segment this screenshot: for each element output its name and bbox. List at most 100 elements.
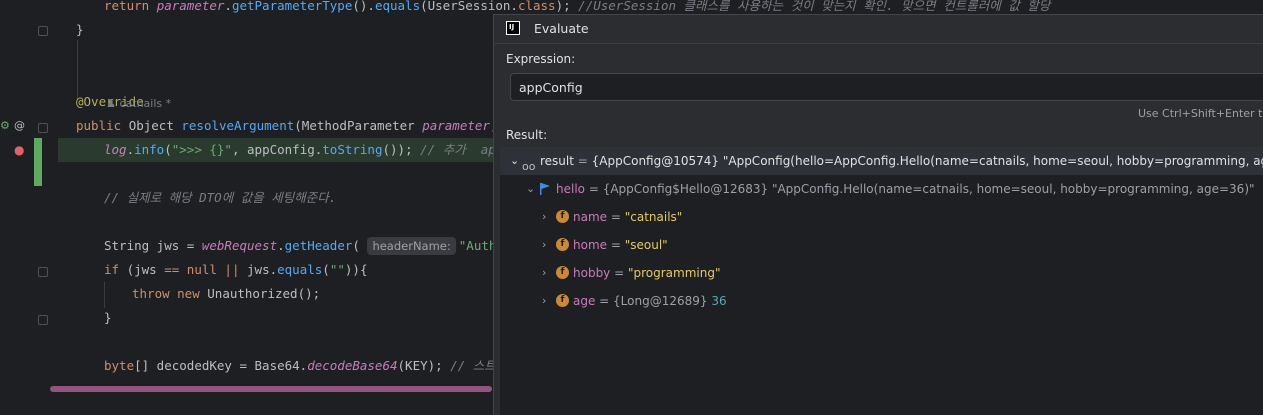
fold-icon[interactable] <box>38 267 48 277</box>
shortcut-hint: Use Ctrl+Shift+Enter to a <box>1138 107 1263 120</box>
horizontal-scrollbar[interactable] <box>50 386 492 392</box>
breakpoint-icon[interactable]: ● <box>14 143 24 157</box>
code-line[interactable]: throw new Unauthorized(); <box>132 282 320 306</box>
tree-row-result[interactable]: ⌄ oo result = {AppConfig@10574} "AppConf… <box>500 147 1263 175</box>
var-type: {AppConfig$Hello@12683} <box>602 182 769 196</box>
code-token: // 실제로 해당 DTO에 값을 세팅해준다. <box>104 190 337 205</box>
code-token: ( <box>164 142 172 157</box>
code-token: ( <box>352 238 368 253</box>
code-token: (). <box>352 0 375 13</box>
code-token: { <box>359 262 368 277</box>
code-token: getHeader <box>284 238 353 253</box>
field-icon: f <box>556 210 569 223</box>
tree-row-name[interactable]: › f name = "catnails" <box>500 203 1263 231</box>
var-name: hobby <box>573 266 611 280</box>
var-name: home <box>573 238 608 252</box>
code-token: ( <box>322 262 330 277</box>
code-token: . <box>126 142 135 157</box>
code-token: equals <box>374 0 421 13</box>
dialog-title-bar[interactable]: IJ Evaluate <box>494 15 1263 44</box>
fold-icon[interactable] <box>38 123 48 133</box>
code-token: throw new <box>132 286 208 301</box>
code-token: byte <box>104 358 135 373</box>
code-token: [] decodedKey = Base64. <box>134 358 308 373</box>
chevron-right-icon[interactable]: › <box>542 259 546 287</box>
var-type: {AppConfig@10574} <box>591 154 720 168</box>
code-token: (KEY); <box>397 358 451 373</box>
chevron-right-icon[interactable]: › <box>542 203 546 231</box>
override-gutter-icon[interactable]: ⚙ <box>0 119 10 133</box>
code-token: "" <box>329 262 345 277</box>
intellij-logo-icon: IJ <box>506 21 520 35</box>
code-line[interactable]: String jws = webRequest.getHeader( heade… <box>104 234 534 258</box>
code-token: } <box>104 310 112 325</box>
fold-icon[interactable] <box>38 26 48 36</box>
code-line[interactable]: } <box>104 306 112 330</box>
flag-icon <box>540 183 550 195</box>
code-token: equals <box>277 262 323 277</box>
chevron-down-icon[interactable]: ⌄ <box>510 147 519 175</box>
code-token: //UserSession 클래스를 사용하는 것이 맞는지 확인. 맞으면 컨… <box>578 0 1051 13</box>
tree-row-hobby[interactable]: › f hobby = "programming" <box>500 259 1263 287</box>
equals-sign: = <box>610 266 628 280</box>
code-token: ); <box>555 0 579 13</box>
code-token: jws. <box>247 262 278 277</box>
code-token: . <box>277 238 285 253</box>
expression-input[interactable] <box>510 73 1263 101</box>
code-token: return <box>104 0 157 13</box>
equals-sign: = <box>607 210 625 224</box>
author-label: catnails * <box>119 97 172 110</box>
dialog-title: Evaluate <box>534 21 589 36</box>
code-token: resolveArgument <box>181 118 295 133</box>
code-line[interactable]: log.info(">>> {}", appConfig.toString())… <box>104 138 526 162</box>
result-tree[interactable]: ⌄ oo result = {AppConfig@10574} "AppConf… <box>500 147 1263 415</box>
field-icon: f <box>556 294 569 307</box>
code-token: == null || <box>164 262 248 277</box>
annotation-gutter-icon[interactable]: @ <box>14 119 25 133</box>
author-hint: ♟ catnails * <box>76 67 171 110</box>
code-token: (jws <box>126 262 165 277</box>
fold-icon[interactable] <box>38 315 48 325</box>
tree-row-age[interactable]: › f age = {Long@12689} 36 <box>500 287 1263 315</box>
code-token: ()); <box>382 142 421 157</box>
code-token: webRequest <box>201 238 278 253</box>
chevron-right-icon[interactable]: › <box>542 231 546 259</box>
person-icon: ♟ <box>106 97 120 110</box>
editor-gutter[interactable] <box>0 0 58 414</box>
code-token: decodeBase64 <box>307 358 398 373</box>
parameter-hint: headerName: <box>367 237 456 255</box>
code-token: (MethodParameter <box>294 118 423 133</box>
code-line[interactable]: byte[] decodedKey = Base64.decodeBase64(… <box>104 354 526 378</box>
var-value: "seoul" <box>624 238 668 252</box>
chevron-down-icon[interactable]: ⌄ <box>526 175 535 203</box>
evaluate-dialog: IJ Evaluate Expression: Use Ctrl+Shift+E… <box>493 14 1263 415</box>
code-token: Object <box>128 118 182 133</box>
code-token: , appConfig. <box>231 142 323 157</box>
code-line[interactable]: if (jws == null || jws.equals("")){ <box>104 258 367 282</box>
code-token: } <box>76 22 84 37</box>
code-token: info <box>134 142 165 157</box>
var-value: "programming" <box>627 266 721 280</box>
code-line[interactable]: public Object resolveArgument(MethodPara… <box>76 114 528 138</box>
code-token: toString <box>322 142 383 157</box>
tree-row-home[interactable]: › f home = "seoul" <box>500 231 1263 259</box>
equals-sign: = <box>607 238 625 252</box>
code-line[interactable]: } <box>76 18 84 42</box>
code-token: if <box>104 262 127 277</box>
code-token: (UserSession. <box>420 0 518 13</box>
indent-guide <box>104 282 105 308</box>
var-name: name <box>573 210 608 224</box>
tree-row-hello[interactable]: ⌄ hello = {AppConfig$Hello@12683} "AppCo… <box>500 175 1263 203</box>
equals-sign: = <box>595 294 614 308</box>
code-token: Unauthorized(); <box>207 286 321 301</box>
expression-label: Expression: <box>506 52 576 66</box>
code-token: log <box>104 142 127 157</box>
var-name: age <box>573 294 596 308</box>
code-line[interactable]: // 실제로 해당 DTO에 값을 세팅해준다. <box>104 186 336 210</box>
result-label: Result: <box>506 128 548 142</box>
equals-sign: = <box>573 154 592 168</box>
var-value: "AppConfig.Hello(name=catnails, home=seo… <box>768 182 1255 196</box>
var-value: "catnails" <box>624 210 683 224</box>
chevron-right-icon[interactable]: › <box>542 287 546 315</box>
code-token: parameter <box>422 118 490 133</box>
